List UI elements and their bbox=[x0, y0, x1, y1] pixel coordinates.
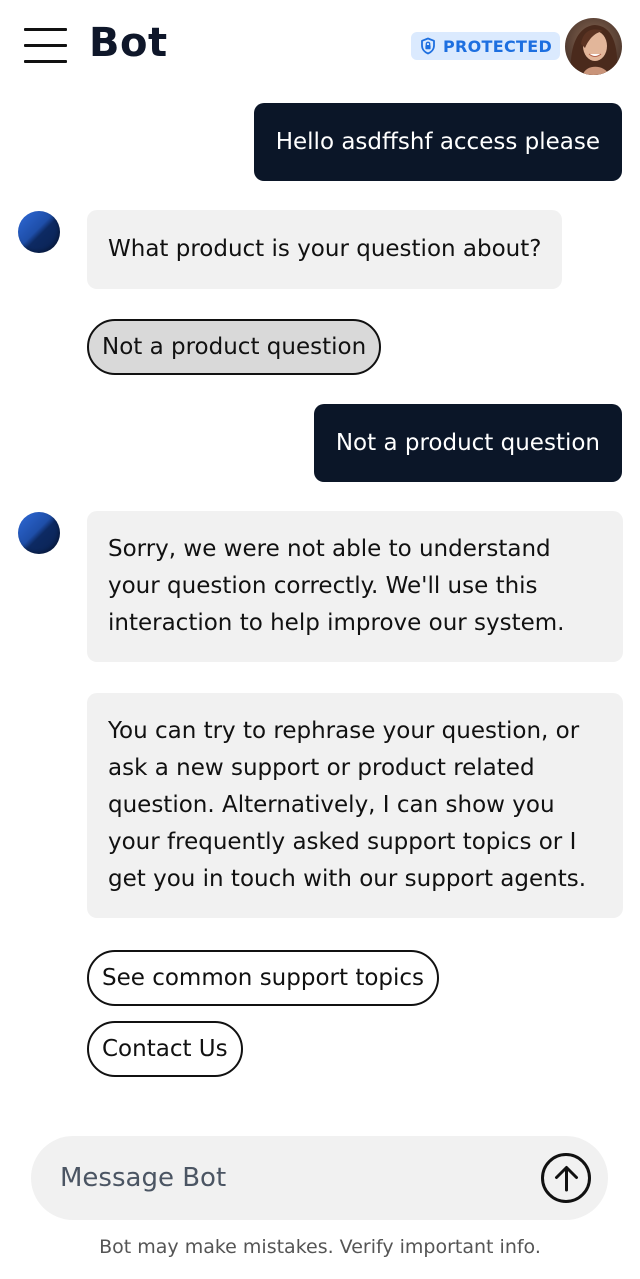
shield-icon bbox=[421, 37, 435, 55]
user-message: Hello asdffshf access please bbox=[253, 103, 622, 181]
hamburger-menu-icon[interactable] bbox=[24, 28, 68, 64]
bot-message: Sorry, we were not able to understand yo… bbox=[87, 511, 623, 662]
bot-avatar-icon bbox=[18, 211, 60, 253]
protected-badge: PROTECTED bbox=[411, 32, 561, 60]
arrow-up-icon bbox=[555, 1166, 578, 1192]
quick-reply-support-topics[interactable]: See common support topics bbox=[87, 950, 440, 1006]
send-button[interactable] bbox=[541, 1153, 591, 1203]
quick-reply-contact-us[interactable]: Contact Us bbox=[87, 1021, 243, 1077]
app-header: Bot PROTECTED bbox=[0, 0, 640, 95]
disclaimer-text: Bot may make mistakes. Verify important … bbox=[99, 1236, 541, 1258]
quick-reply-not-product[interactable]: Not a product question bbox=[87, 319, 382, 375]
user-avatar[interactable] bbox=[565, 18, 622, 75]
message-input[interactable] bbox=[60, 1158, 520, 1198]
app-title: Bot bbox=[89, 20, 168, 66]
bot-message: What product is your question about? bbox=[87, 210, 563, 289]
bot-avatar-icon bbox=[18, 512, 60, 554]
badge-label: PROTECTED bbox=[443, 36, 553, 56]
user-message: Not a product question bbox=[313, 404, 622, 482]
bot-message: You can try to rephrase your question, o… bbox=[87, 693, 623, 918]
message-composer bbox=[31, 1136, 608, 1220]
